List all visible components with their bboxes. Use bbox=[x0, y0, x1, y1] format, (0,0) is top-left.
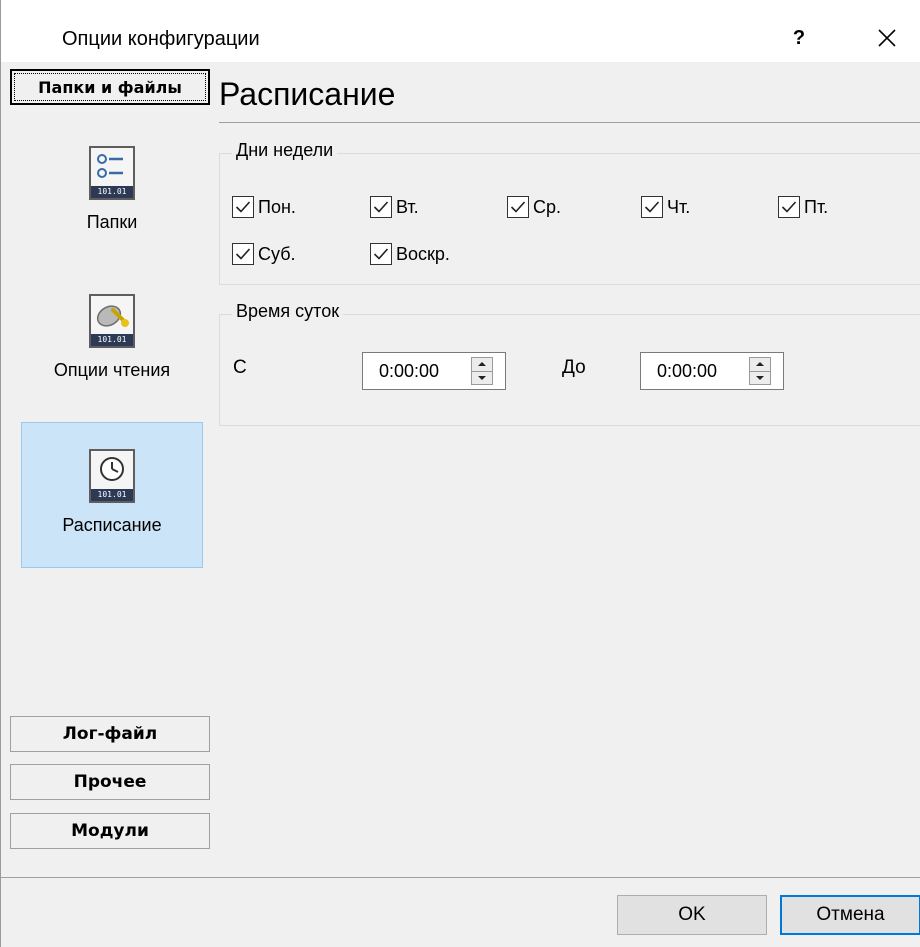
icon-strip: 101.01 bbox=[91, 186, 133, 198]
spin-down-icon[interactable] bbox=[750, 370, 770, 385]
check-icon bbox=[778, 196, 800, 218]
checkbox-label: Пон. bbox=[258, 196, 296, 217]
nav-group-log-file[interactable]: Лог-файл bbox=[10, 716, 210, 752]
from-time-value[interactable]: 0:00:00 bbox=[363, 361, 471, 382]
checkbox-label: Вт. bbox=[396, 196, 419, 217]
close-button[interactable] bbox=[853, 14, 920, 62]
checkbox-tuesday[interactable]: Вт. bbox=[370, 196, 419, 218]
cancel-button[interactable]: Отмена bbox=[780, 895, 920, 935]
days-of-week-group: Дни недели Пон. Вт. Ср. Чт. Пт. Суб. Вос… bbox=[219, 140, 920, 285]
check-icon bbox=[370, 243, 392, 265]
nav-group-modules[interactable]: Модули bbox=[10, 813, 210, 849]
from-label: С bbox=[233, 357, 247, 378]
page-title: Расписание bbox=[219, 76, 396, 112]
window-title: Опции конфигурации bbox=[62, 28, 260, 50]
check-icon bbox=[232, 243, 254, 265]
nav-item-label: Папки bbox=[86, 212, 138, 232]
checkbox-monday[interactable]: Пон. bbox=[232, 196, 296, 218]
time-group-legend: Время суток bbox=[232, 301, 344, 322]
checkbox-label: Чт. bbox=[667, 196, 691, 217]
ok-button[interactable]: OK bbox=[617, 895, 767, 935]
nav-item-label: Опции чтения bbox=[53, 360, 171, 380]
to-label: До bbox=[562, 357, 586, 378]
to-time-value[interactable]: 0:00:00 bbox=[641, 361, 749, 382]
icon-strip: 101.01 bbox=[91, 489, 133, 501]
help-button[interactable]: ? bbox=[769, 14, 829, 62]
spin-up-icon[interactable] bbox=[472, 358, 492, 371]
checkbox-wednesday[interactable]: Ср. bbox=[507, 196, 561, 218]
checkbox-label: Пт. bbox=[804, 196, 829, 217]
nav-group-folders-files[interactable]: Папки и файлы bbox=[10, 69, 210, 105]
nav-item-label: Расписание bbox=[62, 515, 162, 535]
checkbox-thursday[interactable]: Чт. bbox=[641, 196, 690, 218]
days-group-legend: Дни недели bbox=[232, 140, 338, 161]
from-time-spinner[interactable]: 0:00:00 bbox=[362, 352, 506, 390]
to-time-arrows bbox=[749, 357, 771, 385]
from-time-arrows bbox=[471, 357, 493, 385]
time-of-day-group: Время суток С 0:00:00 До 0:00:00 bbox=[219, 301, 920, 426]
check-icon bbox=[232, 196, 254, 218]
config-dialog: Опции конфигурации ? Папки и файлы 101.0… bbox=[0, 0, 920, 947]
check-icon bbox=[641, 196, 663, 218]
close-icon bbox=[878, 29, 896, 47]
check-icon bbox=[370, 196, 392, 218]
checkbox-label: Суб. bbox=[258, 243, 296, 264]
checkbox-label: Ср. bbox=[533, 196, 562, 217]
nav-item-folders[interactable]: 101.01 Папки bbox=[21, 120, 203, 266]
checkbox-friday[interactable]: Пт. bbox=[778, 196, 828, 218]
check-icon bbox=[507, 196, 529, 218]
checkbox-saturday[interactable]: Суб. bbox=[232, 243, 296, 265]
folders-list-icon: 101.01 bbox=[89, 146, 135, 200]
spin-up-icon[interactable] bbox=[750, 358, 770, 371]
nav-item-reading-options[interactable]: 101.01 Опции чтения bbox=[21, 268, 203, 414]
checkbox-label: Воскр. bbox=[396, 243, 450, 264]
to-time-spinner[interactable]: 0:00:00 bbox=[640, 352, 784, 390]
title-bar: Опции конфигурации ? bbox=[1, 0, 920, 62]
heading-divider bbox=[219, 122, 920, 123]
clock-icon: 101.01 bbox=[89, 449, 135, 503]
footer-divider bbox=[1, 877, 920, 878]
nav-item-schedule[interactable]: 101.01 Расписание bbox=[21, 422, 203, 568]
spin-down-icon[interactable] bbox=[472, 370, 492, 385]
nav-group-other[interactable]: Прочее bbox=[10, 764, 210, 800]
checkbox-sunday[interactable]: Воскр. bbox=[370, 243, 450, 265]
icon-strip: 101.01 bbox=[91, 334, 133, 346]
satellite-dish-icon: 101.01 bbox=[89, 294, 135, 348]
